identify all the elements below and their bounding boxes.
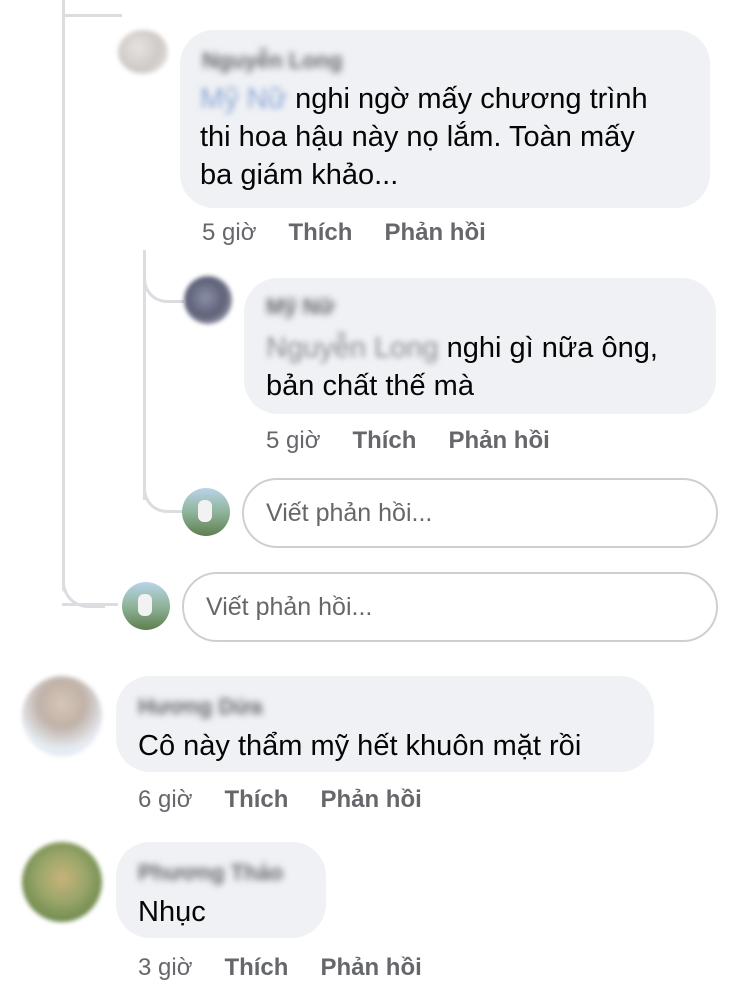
comment-time: 5 giờ: [202, 219, 257, 246]
reply-button[interactable]: Phản hồi: [384, 219, 485, 246]
comment-text-line: nghi ngờ mấy chương trình: [295, 83, 648, 115]
reply-button[interactable]: Phản hồi: [448, 427, 549, 454]
comment-text-line: Nhục: [138, 896, 206, 928]
comment-meta: 5 giờ Thích Phản hồi: [266, 427, 550, 455]
comment-text: Nguyễn Long nghi gì nữa ông, bản chất th…: [266, 329, 706, 405]
comment-meta: 5 giờ Thích Phản hồi: [202, 219, 486, 247]
reply-input-placeholder: Viết phản hồi...: [266, 498, 433, 527]
reply-button[interactable]: Phản hồi: [320, 954, 421, 981]
comment-author[interactable]: Phương Thảo: [138, 860, 283, 886]
comment-text: Nhục: [138, 893, 318, 931]
comment-time: 6 giờ: [138, 786, 193, 813]
reply-input[interactable]: Viết phản hồi...: [182, 572, 718, 642]
like-button[interactable]: Thích: [352, 427, 416, 454]
avatar[interactable]: [22, 842, 102, 922]
mention[interactable]: Mỹ Nữ: [200, 83, 287, 115]
reply-input[interactable]: Viết phản hồi...: [242, 478, 718, 548]
comment-meta: 6 giờ Thích Phản hồi: [138, 786, 422, 814]
thread-line-inner-curve1: [143, 270, 184, 303]
avatar[interactable]: [118, 30, 168, 74]
comment-author[interactable]: Nguyễn Long: [202, 48, 343, 74]
comment-text-line: Cô này thẩm mỹ hết khuôn mặt rồi: [138, 730, 582, 762]
comment-text-line: thi hoa hậu này nọ lắm. Toàn mấy: [200, 121, 635, 153]
like-button[interactable]: Thích: [224, 954, 288, 981]
current-user-avatar: [182, 488, 230, 536]
like-button[interactable]: Thích: [288, 219, 352, 246]
reply-input-placeholder: Viết phản hồi...: [206, 592, 373, 621]
reply-button[interactable]: Phản hồi: [320, 786, 421, 813]
comment-text-line: nghi gì nữa ông,: [446, 332, 658, 364]
comment-time: 5 giờ: [266, 427, 321, 454]
mention[interactable]: Nguyễn Long: [266, 332, 439, 364]
avatar[interactable]: [22, 676, 102, 756]
comment-author[interactable]: Hương Dừa: [138, 694, 263, 720]
comment-author[interactable]: Mỹ Nữ: [266, 294, 335, 320]
comment-text-line: ba giám khảo...: [200, 159, 399, 191]
comment-text: Cô này thẩm mỹ hết khuôn mặt rồi: [138, 727, 648, 765]
comment-text-line: bản chất thế mà: [266, 370, 474, 402]
current-user-avatar: [122, 582, 170, 630]
thread-line-inner-curve2: [143, 480, 184, 513]
comment-time: 3 giờ: [138, 954, 193, 981]
avatar[interactable]: [184, 276, 232, 324]
like-button[interactable]: Thích: [224, 786, 288, 813]
comment-text: Mỹ Nữ nghi ngờ mấy chương trình thi hoa …: [200, 80, 700, 194]
thread-line-outer-branch-top: [62, 14, 122, 17]
thread-line-outer: [62, 0, 65, 592]
comment-meta: 3 giờ Thích Phản hồi: [138, 954, 422, 982]
